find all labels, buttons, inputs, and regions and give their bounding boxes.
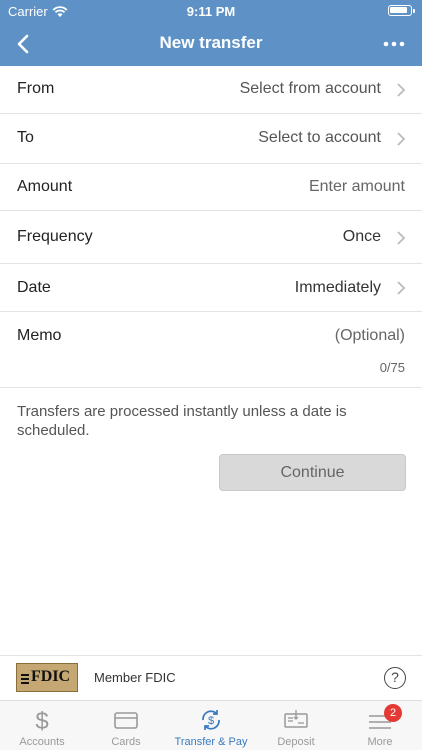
- tab-label: Accounts: [19, 736, 65, 748]
- tab-deposit[interactable]: Deposit: [254, 701, 338, 750]
- frequency-label: Frequency: [17, 228, 93, 245]
- transfer-pay-icon: $: [202, 710, 220, 730]
- continue-button[interactable]: Continue: [219, 454, 406, 491]
- fdic-logo-stripes: [21, 672, 29, 684]
- notification-badge: 2: [384, 704, 402, 722]
- chevron-right-icon: [397, 281, 406, 295]
- tab-label: More: [367, 736, 393, 748]
- to-account-row[interactable]: To Select to account: [0, 114, 422, 164]
- tab-more[interactable]: 2 More: [338, 701, 422, 750]
- amount-row: Amount Enter amount: [0, 164, 422, 211]
- frequency-row[interactable]: Frequency Once: [0, 211, 422, 264]
- amount-input[interactable]: Enter amount: [309, 178, 405, 196]
- svg-text:$: $: [35, 708, 48, 733]
- status-time: 9:11 PM: [186, 4, 236, 19]
- tab-accounts[interactable]: $ Accounts: [0, 701, 84, 750]
- member-fdic-text: Member FDIC: [94, 670, 176, 685]
- date-label: Date: [17, 279, 51, 296]
- check-deposit-icon: [284, 710, 308, 728]
- status-bar: Carrier 9:11 PM: [0, 0, 422, 22]
- from-account-row[interactable]: From Select from account: [0, 66, 422, 114]
- transfer-info-text: Transfers are processed instantly unless…: [17, 403, 347, 439]
- tab-label: Deposit: [277, 736, 315, 748]
- svg-text:$: $: [208, 715, 214, 727]
- tab-label: Transfer & Pay: [174, 736, 248, 748]
- date-row[interactable]: Date Immediately: [0, 264, 422, 312]
- chevron-right-icon: [397, 132, 406, 146]
- page-title: New transfer: [159, 33, 263, 52]
- amount-label: Amount: [17, 178, 73, 195]
- card-icon: [114, 712, 138, 729]
- memo-label: Memo: [17, 327, 62, 344]
- fdic-logo: FDIC: [16, 663, 78, 692]
- tab-transfer-pay[interactable]: $ Transfer & Pay: [168, 701, 254, 750]
- date-value: Immediately: [294, 279, 381, 296]
- frequency-value: Once: [342, 228, 381, 245]
- tab-label: Cards: [111, 736, 141, 748]
- app-header: Carrier 9:11 PM New transfer: [0, 0, 422, 66]
- navigation-bar: New transfer: [0, 24, 422, 64]
- memo-row: Memo (Optional) 0/75: [0, 312, 422, 388]
- battery-icon: [388, 5, 415, 16]
- tab-cards[interactable]: Cards: [84, 701, 168, 750]
- to-account-value: Select to account: [258, 129, 381, 146]
- chevron-right-icon: [397, 83, 406, 97]
- memo-input[interactable]: (Optional): [335, 327, 405, 345]
- more-options-icon[interactable]: [382, 32, 406, 56]
- help-icon[interactable]: ?: [384, 667, 406, 689]
- chevron-right-icon: [397, 231, 406, 245]
- tab-bar: $ Accounts Cards $ Transfer & Pay Deposi…: [0, 700, 422, 750]
- from-label: From: [17, 80, 55, 97]
- to-label: To: [17, 129, 34, 146]
- fdic-logo-text: FDIC: [31, 668, 71, 685]
- memo-character-counter: 0/75: [379, 360, 405, 375]
- fdic-footer: FDIC Member FDIC ?: [0, 655, 422, 700]
- from-account-value: Select from account: [239, 80, 381, 97]
- dollar-icon: $: [35, 708, 48, 733]
